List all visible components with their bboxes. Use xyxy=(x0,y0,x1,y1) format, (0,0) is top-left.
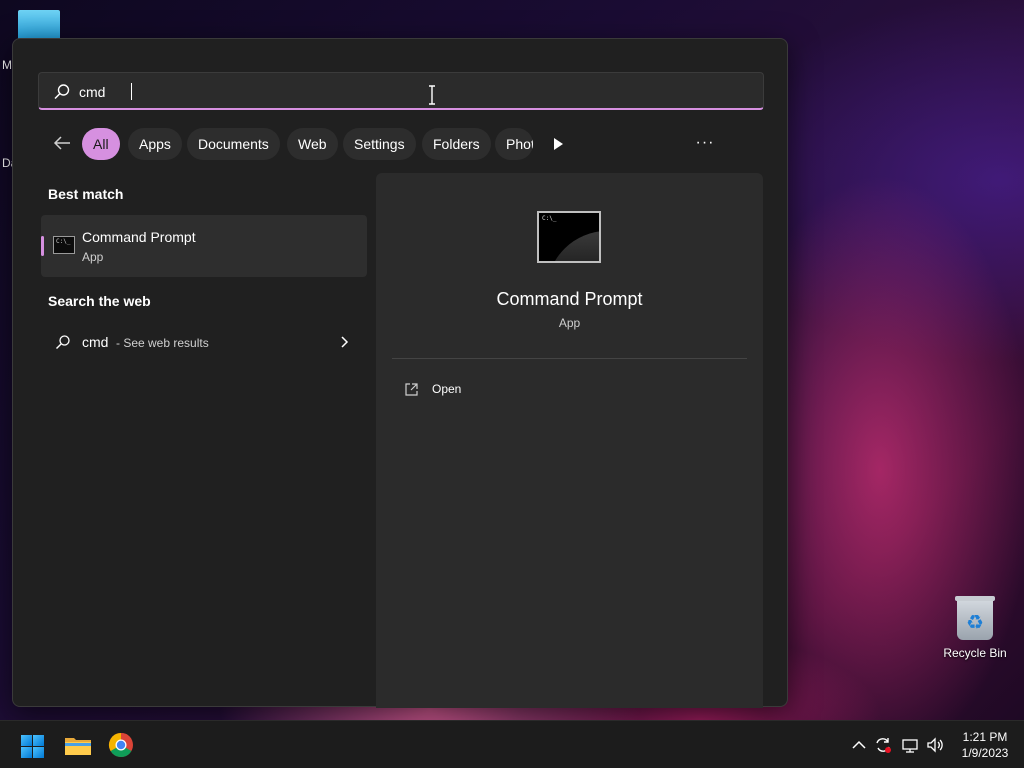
ibeam-cursor-icon xyxy=(429,85,435,105)
filter-chip-settings[interactable]: Settings xyxy=(343,128,416,160)
command-prompt-icon: C:\_ xyxy=(53,236,75,254)
more-options-button[interactable]: ··· xyxy=(693,133,717,153)
chrome-button[interactable] xyxy=(105,729,137,761)
chevron-right-icon[interactable] xyxy=(338,335,350,349)
search-web-heading: Search the web xyxy=(48,293,151,309)
open-action-label: Open xyxy=(432,382,462,396)
recycle-bin-icon: ♻ xyxy=(955,596,995,640)
text-caret xyxy=(131,83,132,100)
start-button[interactable] xyxy=(17,729,49,761)
web-search-icon xyxy=(56,335,70,349)
web-result-term: cmd xyxy=(82,334,109,350)
result-detail-pane: C:\_ Command Prompt App Open xyxy=(376,173,763,708)
taskbar: 1:21 PM 1/9/2023 xyxy=(0,720,1024,768)
file-explorer-button[interactable] xyxy=(62,729,94,761)
sync-icon[interactable] xyxy=(873,735,893,755)
back-arrow-icon[interactable] xyxy=(52,133,72,153)
command-prompt-large-icon: C:\_ xyxy=(537,211,601,263)
open-external-icon xyxy=(405,383,418,396)
scroll-right-icon[interactable] xyxy=(548,134,568,154)
search-icon xyxy=(54,84,70,100)
selection-accent xyxy=(41,236,44,256)
detail-app-type: App xyxy=(558,316,581,330)
filter-bar: All Apps Documents Web Settings Folders … xyxy=(48,127,748,161)
clock-time: 1:21 PM xyxy=(962,730,1008,744)
filter-chip-documents[interactable]: Documents xyxy=(187,128,280,160)
recycle-bin[interactable]: ♻ Recycle Bin xyxy=(938,596,1012,660)
best-match-name: Command Prompt xyxy=(82,229,196,245)
web-result[interactable]: cmd - See web results xyxy=(41,325,367,359)
chevron-up-icon[interactable] xyxy=(849,735,869,755)
clock-date: 1/9/2023 xyxy=(961,746,1009,760)
desktop-icon-label-m: M xyxy=(2,58,12,72)
detail-app-name: Command Prompt xyxy=(496,289,643,309)
filter-chip-web[interactable]: Web xyxy=(287,128,338,160)
folder-icon xyxy=(65,738,91,755)
best-match-heading: Best match xyxy=(48,186,124,202)
web-result-suffix: - See web results xyxy=(116,336,209,350)
open-action[interactable]: Open xyxy=(392,375,747,405)
filter-chip-apps[interactable]: Apps xyxy=(128,128,182,160)
search-panel: All Apps Documents Web Settings Folders … xyxy=(12,38,788,708)
filter-chip-folders[interactable]: Folders xyxy=(422,128,491,160)
desktop-icon-folder[interactable] xyxy=(18,10,60,40)
network-icon[interactable] xyxy=(900,735,920,755)
recycle-bin-label: Recycle Bin xyxy=(943,646,1007,660)
detail-divider xyxy=(392,358,747,359)
filter-chip-all[interactable]: All xyxy=(82,128,120,160)
best-match-result[interactable]: C:\_ Command Prompt App xyxy=(41,215,367,277)
filter-chip-photos[interactable]: Photos xyxy=(495,128,533,160)
search-box[interactable] xyxy=(38,72,764,110)
chrome-icon xyxy=(108,733,133,758)
search-input[interactable] xyxy=(79,81,719,103)
best-match-type: App xyxy=(82,250,104,264)
volume-icon[interactable] xyxy=(925,735,945,755)
system-clock[interactable]: 1:21 PM 1/9/2023 xyxy=(952,729,1018,761)
